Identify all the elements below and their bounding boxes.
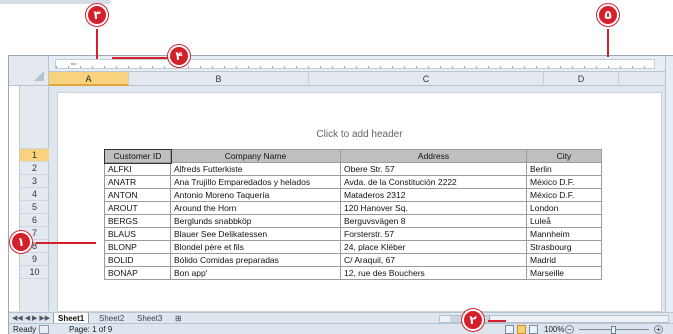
status-page-info: Page: 1 of 9 [69,325,113,334]
table-cell[interactable]: Marseille [526,266,602,280]
table-cell[interactable]: London [526,201,602,215]
page-layout-view-icon[interactable] [517,325,526,334]
table-cell[interactable]: Forsterstr. 57 [340,227,527,241]
customer-table: Customer ID Company Name Address City AL… [103,148,602,280]
callout-5: ۵ [597,4,619,26]
zoom-in-icon[interactable]: + [654,325,663,334]
table-cell[interactable]: 120 Hanover Sq. [340,201,527,215]
page-layout-sheet: Click to add header Customer ID Company … [57,92,662,312]
status-bar: Ready Page: 1 of 9 100% − + [9,323,673,334]
table-row: BOLID Bólido Comidas preparadas C/ Araqu… [104,253,602,267]
column-header-d[interactable]: D [544,72,619,86]
zoom-level[interactable]: 100% [544,324,564,334]
zoom-slider-thumb[interactable] [611,326,616,334]
status-ready: Ready [13,325,37,334]
table-cell[interactable]: México D.F. [526,188,602,202]
table-cell[interactable]: Berguvsvägen 8 [340,214,527,228]
zoom-out-icon[interactable]: − [565,325,574,334]
select-all-icon [34,71,44,81]
table-cell[interactable]: Madrid [526,253,602,267]
vertical-scrollbar[interactable] [665,56,673,312]
horizontal-ruler-bar: ⇔ [9,56,673,72]
table-cell[interactable]: Blauer See Delikatessen [170,227,341,241]
table-cell[interactable]: BLONP [104,240,171,254]
horizontal-ruler[interactable] [55,59,655,69]
table-cell[interactable]: C/ Araquil, 67 [340,253,527,267]
table-cell[interactable]: Mataderos 2312 [340,188,527,202]
table-cell[interactable]: 12, rue des Bouchers [340,266,527,280]
table-header-cell[interactable]: City [526,149,602,163]
table-cell[interactable]: Mannheim [526,227,602,241]
row-header-10[interactable]: 10 [20,266,49,279]
table-cell[interactable]: Avda. de la Constitución 2222 [340,175,527,189]
table-cell[interactable]: Around the Horn [170,201,341,215]
row-header-blank [20,86,49,149]
normal-view-icon[interactable] [505,325,514,334]
callout-4: ۴ [168,45,190,67]
table-cell[interactable]: 24, place Kléber [340,240,527,254]
row-header-3[interactable]: 3 [20,175,49,188]
column-header-c[interactable]: C [309,72,544,86]
table-cell[interactable]: Obere Str. 57 [340,162,527,176]
callout-2-arrow [488,320,506,322]
excel-window: ⇔ A B C D 1 2 3 4 5 6 7 8 9 10 Click to … [8,55,673,334]
table-cell[interactable]: México D.F. [526,175,602,189]
table-header-cell[interactable]: Company Name [170,149,341,163]
table-header-row: Customer ID Company Name Address City [103,148,602,164]
row-headers: 1 2 3 4 5 6 7 8 9 10 [20,86,49,311]
table-row: BLAUS Blauer See Delikatessen Forsterstr… [104,227,602,241]
callout-4-arrow [112,57,168,59]
column-header-b[interactable]: B [129,72,309,86]
callout-1: ١ [10,231,32,253]
table-row: BONAP Bon app' 12, rue des Bouchers Mars… [104,266,602,280]
table-cell[interactable]: BERGS [104,214,171,228]
header-placeholder[interactable]: Click to add header [58,129,661,140]
row-header-4[interactable]: 4 [20,188,49,201]
callout-3-arrow [96,29,98,59]
table-row: ALFKI Alfreds Futterkiste Obere Str. 57 … [104,162,602,176]
column-header-a[interactable]: A [49,72,129,86]
table-cell[interactable]: Strasbourg [526,240,602,254]
callout-3: ٣ [86,4,108,26]
table-cell[interactable]: Blondel père et fils [170,240,341,254]
sheet-tabs-bar: ◀◀ ◀ ▶ ▶▶ Sheet1 Sheet2 Sheet3 ⊞ [9,312,673,324]
table-cell[interactable]: ANATR [104,175,171,189]
row-header-9[interactable]: 9 [20,253,49,266]
table-cell[interactable]: Berlin [526,162,602,176]
table-cell[interactable]: BONAP [104,266,171,280]
select-all-corner[interactable] [9,56,49,86]
macro-record-icon[interactable] [39,325,49,334]
table-cell[interactable]: AROUT [104,201,171,215]
row-header-2[interactable]: 2 [20,162,49,175]
table-row: BLONP Blondel père et fils 24, place Klé… [104,240,602,254]
vertical-ruler [9,86,20,311]
margin-handle[interactable]: ⇔ [69,58,78,68]
row-header-5[interactable]: 5 [20,201,49,214]
table-cell[interactable]: Bon app' [170,266,341,280]
table-cell[interactable]: Luleå [526,214,602,228]
table-cell[interactable]: BLAUS [104,227,171,241]
callout-1-arrow [36,242,96,244]
column-headers: A B C D [49,72,673,86]
row-header-1[interactable]: 1 [20,149,49,162]
page-break-view-icon[interactable] [529,325,538,334]
table-cell[interactable]: ALFKI [104,162,171,176]
table-cell[interactable]: Bólido Comidas preparadas [170,253,341,267]
table-header-cell[interactable]: Customer ID [103,148,172,164]
table-row: BERGS Berglunds snabbköp Berguvsvägen 8 … [104,214,602,228]
table-row: ANATR Ana Trujillo Emparedados y helados… [104,175,602,189]
table-cell[interactable]: Ana Trujillo Emparedados y helados [170,175,341,189]
callout-2: ٢ [462,309,484,331]
table-row: ANTON Antonio Moreno Taquería Mataderos … [104,188,602,202]
table-header-cell[interactable]: Address [340,149,527,163]
view-buttons [505,325,541,334]
table-cell[interactable]: ANTON [104,188,171,202]
table-row: AROUT Around the Horn 120 Hanover Sq. Lo… [104,201,602,215]
table-cell[interactable]: BOLID [104,253,171,267]
row-header-6[interactable]: 6 [20,214,49,227]
callout-5-arrow [607,29,609,57]
table-cell[interactable]: Alfreds Futterkiste [170,162,341,176]
table-cell[interactable]: Berglunds snabbköp [170,214,341,228]
table-cell[interactable]: Antonio Moreno Taquería [170,188,341,202]
